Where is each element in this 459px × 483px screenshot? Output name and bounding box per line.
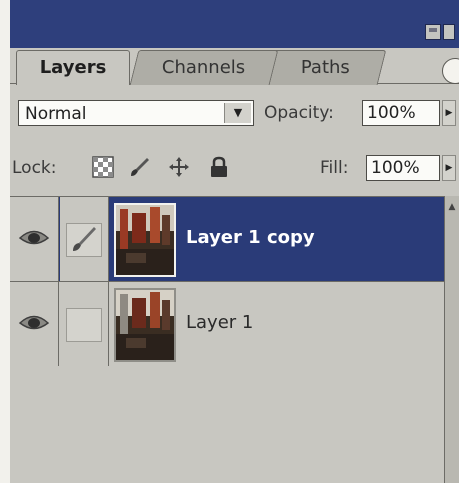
scroll-up-icon[interactable]: ▲ bbox=[445, 202, 459, 216]
tab-paths-label: Paths bbox=[300, 57, 350, 78]
opacity-label: Opacity: bbox=[264, 103, 334, 123]
layer-link-cell[interactable] bbox=[60, 197, 109, 281]
visibility-toggle[interactable] bbox=[10, 197, 59, 281]
blend-mode-select[interactable]: Normal ▼ bbox=[18, 100, 254, 126]
layers-empty-area[interactable] bbox=[10, 366, 444, 483]
layer-link-cell[interactable] bbox=[60, 282, 109, 366]
close-button[interactable] bbox=[443, 24, 455, 40]
palette-title-bar[interactable] bbox=[10, 0, 459, 48]
layers-scrollbar[interactable]: ▲ bbox=[444, 196, 459, 483]
empty-link-box bbox=[66, 308, 102, 342]
visibility-toggle[interactable] bbox=[10, 282, 59, 366]
minimize-button[interactable] bbox=[425, 24, 441, 40]
brush-icon bbox=[66, 223, 102, 257]
eye-icon bbox=[18, 315, 50, 330]
tab-layers-label: Layers bbox=[39, 57, 107, 78]
lock-transparency-icon[interactable] bbox=[92, 156, 114, 178]
fill-input[interactable]: 100% bbox=[366, 155, 440, 181]
lock-label: Lock: bbox=[12, 158, 57, 178]
layer-row-layer-1-copy[interactable]: Layer 1 copy bbox=[10, 197, 444, 282]
fill-slider-arrow-icon[interactable]: ▶ bbox=[442, 155, 456, 181]
lock-all-icon[interactable] bbox=[208, 156, 230, 178]
tab-channels-label: Channels bbox=[162, 57, 246, 78]
opacity-slider-arrow-icon[interactable]: ▶ bbox=[442, 100, 456, 126]
lock-position-icon[interactable] bbox=[168, 156, 190, 178]
fill-label: Fill: bbox=[320, 158, 349, 178]
chevron-down-icon[interactable]: ▼ bbox=[224, 103, 251, 123]
opacity-input[interactable]: 100% bbox=[362, 100, 440, 126]
layer-thumbnail bbox=[114, 203, 176, 277]
layer-row-layer-1[interactable]: Layer 1 bbox=[10, 282, 444, 367]
layers-list: Layer 1 copy Layer 1 bbox=[10, 196, 444, 367]
lock-image-icon[interactable] bbox=[128, 156, 150, 178]
palette-menu-icon[interactable] bbox=[442, 58, 459, 84]
blend-mode-value: Normal bbox=[25, 104, 87, 124]
layer-thumbnail bbox=[114, 288, 176, 362]
layer-name[interactable]: Layer 1 bbox=[186, 312, 253, 333]
tab-paths[interactable]: Paths bbox=[263, 50, 387, 85]
tab-layers[interactable]: Layers bbox=[16, 50, 130, 85]
layers-palette: Paths Channels Layers Normal ▼ Opacity: … bbox=[10, 0, 459, 483]
eye-icon bbox=[18, 230, 50, 245]
layer-name[interactable]: Layer 1 copy bbox=[186, 227, 315, 248]
tab-channels[interactable]: Channels bbox=[129, 50, 279, 85]
